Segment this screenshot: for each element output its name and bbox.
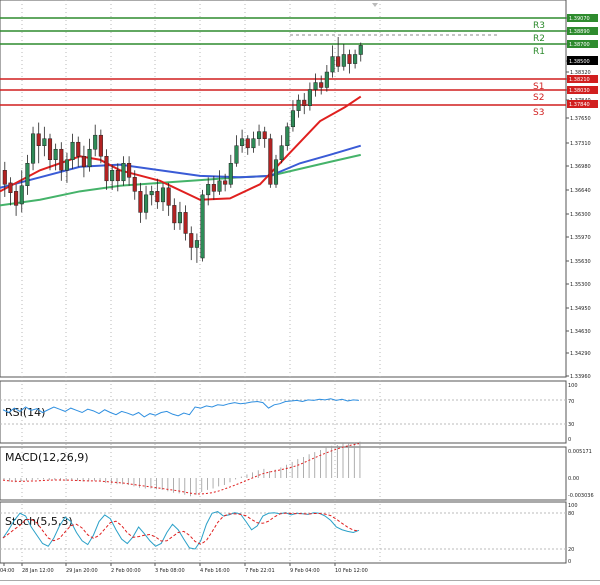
rsi-axis-label: 100 bbox=[568, 383, 578, 389]
current-price-label: 1.38500 bbox=[569, 59, 590, 65]
stoch-axis-label: 0 bbox=[568, 559, 571, 565]
level-name-r2: R2 bbox=[533, 34, 545, 44]
level-tag-s3: 1.37840 bbox=[569, 102, 590, 108]
time-axis-label: 29 Jan 20:00 bbox=[66, 568, 98, 574]
time-axis-label: 28 Jan 12:00 bbox=[22, 568, 54, 574]
stoch-panel[interactable] bbox=[0, 501, 567, 564]
level-name-s3: S3 bbox=[533, 108, 544, 118]
chart-canvas[interactable]: R3R2R1S1S2S3 1.390701.388901.387001.3850… bbox=[0, 0, 600, 582]
candle bbox=[273, 154, 279, 188]
price-axis-label: 1.37310 bbox=[570, 141, 591, 147]
stoch-axis-label: 80 bbox=[568, 511, 574, 517]
level-tag-r3: 1.39070 bbox=[569, 16, 590, 22]
price-axis-label: 1.34290 bbox=[570, 351, 591, 357]
macd-label: MACD(12,26,9) bbox=[5, 451, 89, 464]
level-name-r1: R1 bbox=[533, 47, 545, 57]
current-price-tag: 1.38500 bbox=[567, 56, 598, 65]
price-axis-label: 1.36980 bbox=[570, 164, 591, 170]
level-tag-s2: 1.38030 bbox=[569, 88, 590, 94]
rsi-axis-label: 30 bbox=[568, 422, 574, 428]
price-axis-label: 1.36300 bbox=[570, 212, 591, 218]
time-axis-label: 2 Feb 00:00 bbox=[111, 568, 141, 574]
level-name-s2: S2 bbox=[533, 93, 544, 103]
time-axis-label: 4 Feb 16:00 bbox=[200, 568, 230, 574]
stoch-axis-label: 100 bbox=[568, 503, 578, 509]
macd-axis-label: -0.003036 bbox=[568, 493, 594, 499]
trading-chart-window: R3R2R1S1S2S3 1.390701.388901.387001.3850… bbox=[0, 0, 600, 582]
time-axis-label: 3 Feb 08:00 bbox=[155, 568, 185, 574]
macd-axis: 0.005171 0.00 -0.003036 bbox=[568, 449, 594, 499]
price-axis-label: 1.37650 bbox=[570, 116, 591, 122]
macd-axis-label: 0.005171 bbox=[568, 449, 592, 455]
rsi-panel[interactable] bbox=[0, 380, 567, 444]
price-axis-label: 1.35630 bbox=[570, 259, 591, 265]
time-axis-label: 04:00 bbox=[0, 568, 14, 574]
level-name-r3: R3 bbox=[533, 21, 545, 31]
level-tag-r1: 1.38700 bbox=[569, 42, 590, 48]
stoch-axis-label: 20 bbox=[568, 547, 574, 553]
price-axis-label: 1.36640 bbox=[570, 188, 591, 194]
rsi-axis-label: 70 bbox=[568, 399, 574, 405]
level-tag-r2: 1.38890 bbox=[569, 29, 590, 35]
candle bbox=[200, 189, 205, 262]
time-axis-label: 9 Feb 04:00 bbox=[290, 568, 320, 574]
rsi-axis-label: 0 bbox=[568, 437, 571, 443]
price-panel[interactable] bbox=[0, 0, 567, 378]
macd-axis-label: 0.00 bbox=[568, 476, 579, 482]
time-axis: 04:00 28 Jan 12:00 29 Jan 20:00 2 Feb 00:00… bbox=[0, 563, 368, 574]
price-axis-label: 1.34630 bbox=[570, 329, 591, 335]
price-axis-label: 1.35970 bbox=[570, 235, 591, 241]
stoch-axis: 100 80 20 0 bbox=[568, 503, 578, 565]
price-axis-label: 1.34950 bbox=[570, 306, 591, 312]
price-axis: 1.390701.388901.387001.385001.383201.382… bbox=[566, 16, 591, 380]
time-axis-label: 7 Feb 22:01 bbox=[245, 568, 275, 574]
price-axis-label: 1.35300 bbox=[570, 282, 591, 288]
level-tag-s1: 1.38210 bbox=[569, 77, 590, 83]
rsi-label: RSI(14) bbox=[5, 406, 45, 419]
time-axis-label: 10 Feb 12:00 bbox=[335, 568, 368, 574]
candle bbox=[268, 133, 273, 188]
price-axis-label: 1.33960 bbox=[570, 374, 591, 380]
rsi-axis: 100 70 30 0 bbox=[568, 383, 578, 443]
